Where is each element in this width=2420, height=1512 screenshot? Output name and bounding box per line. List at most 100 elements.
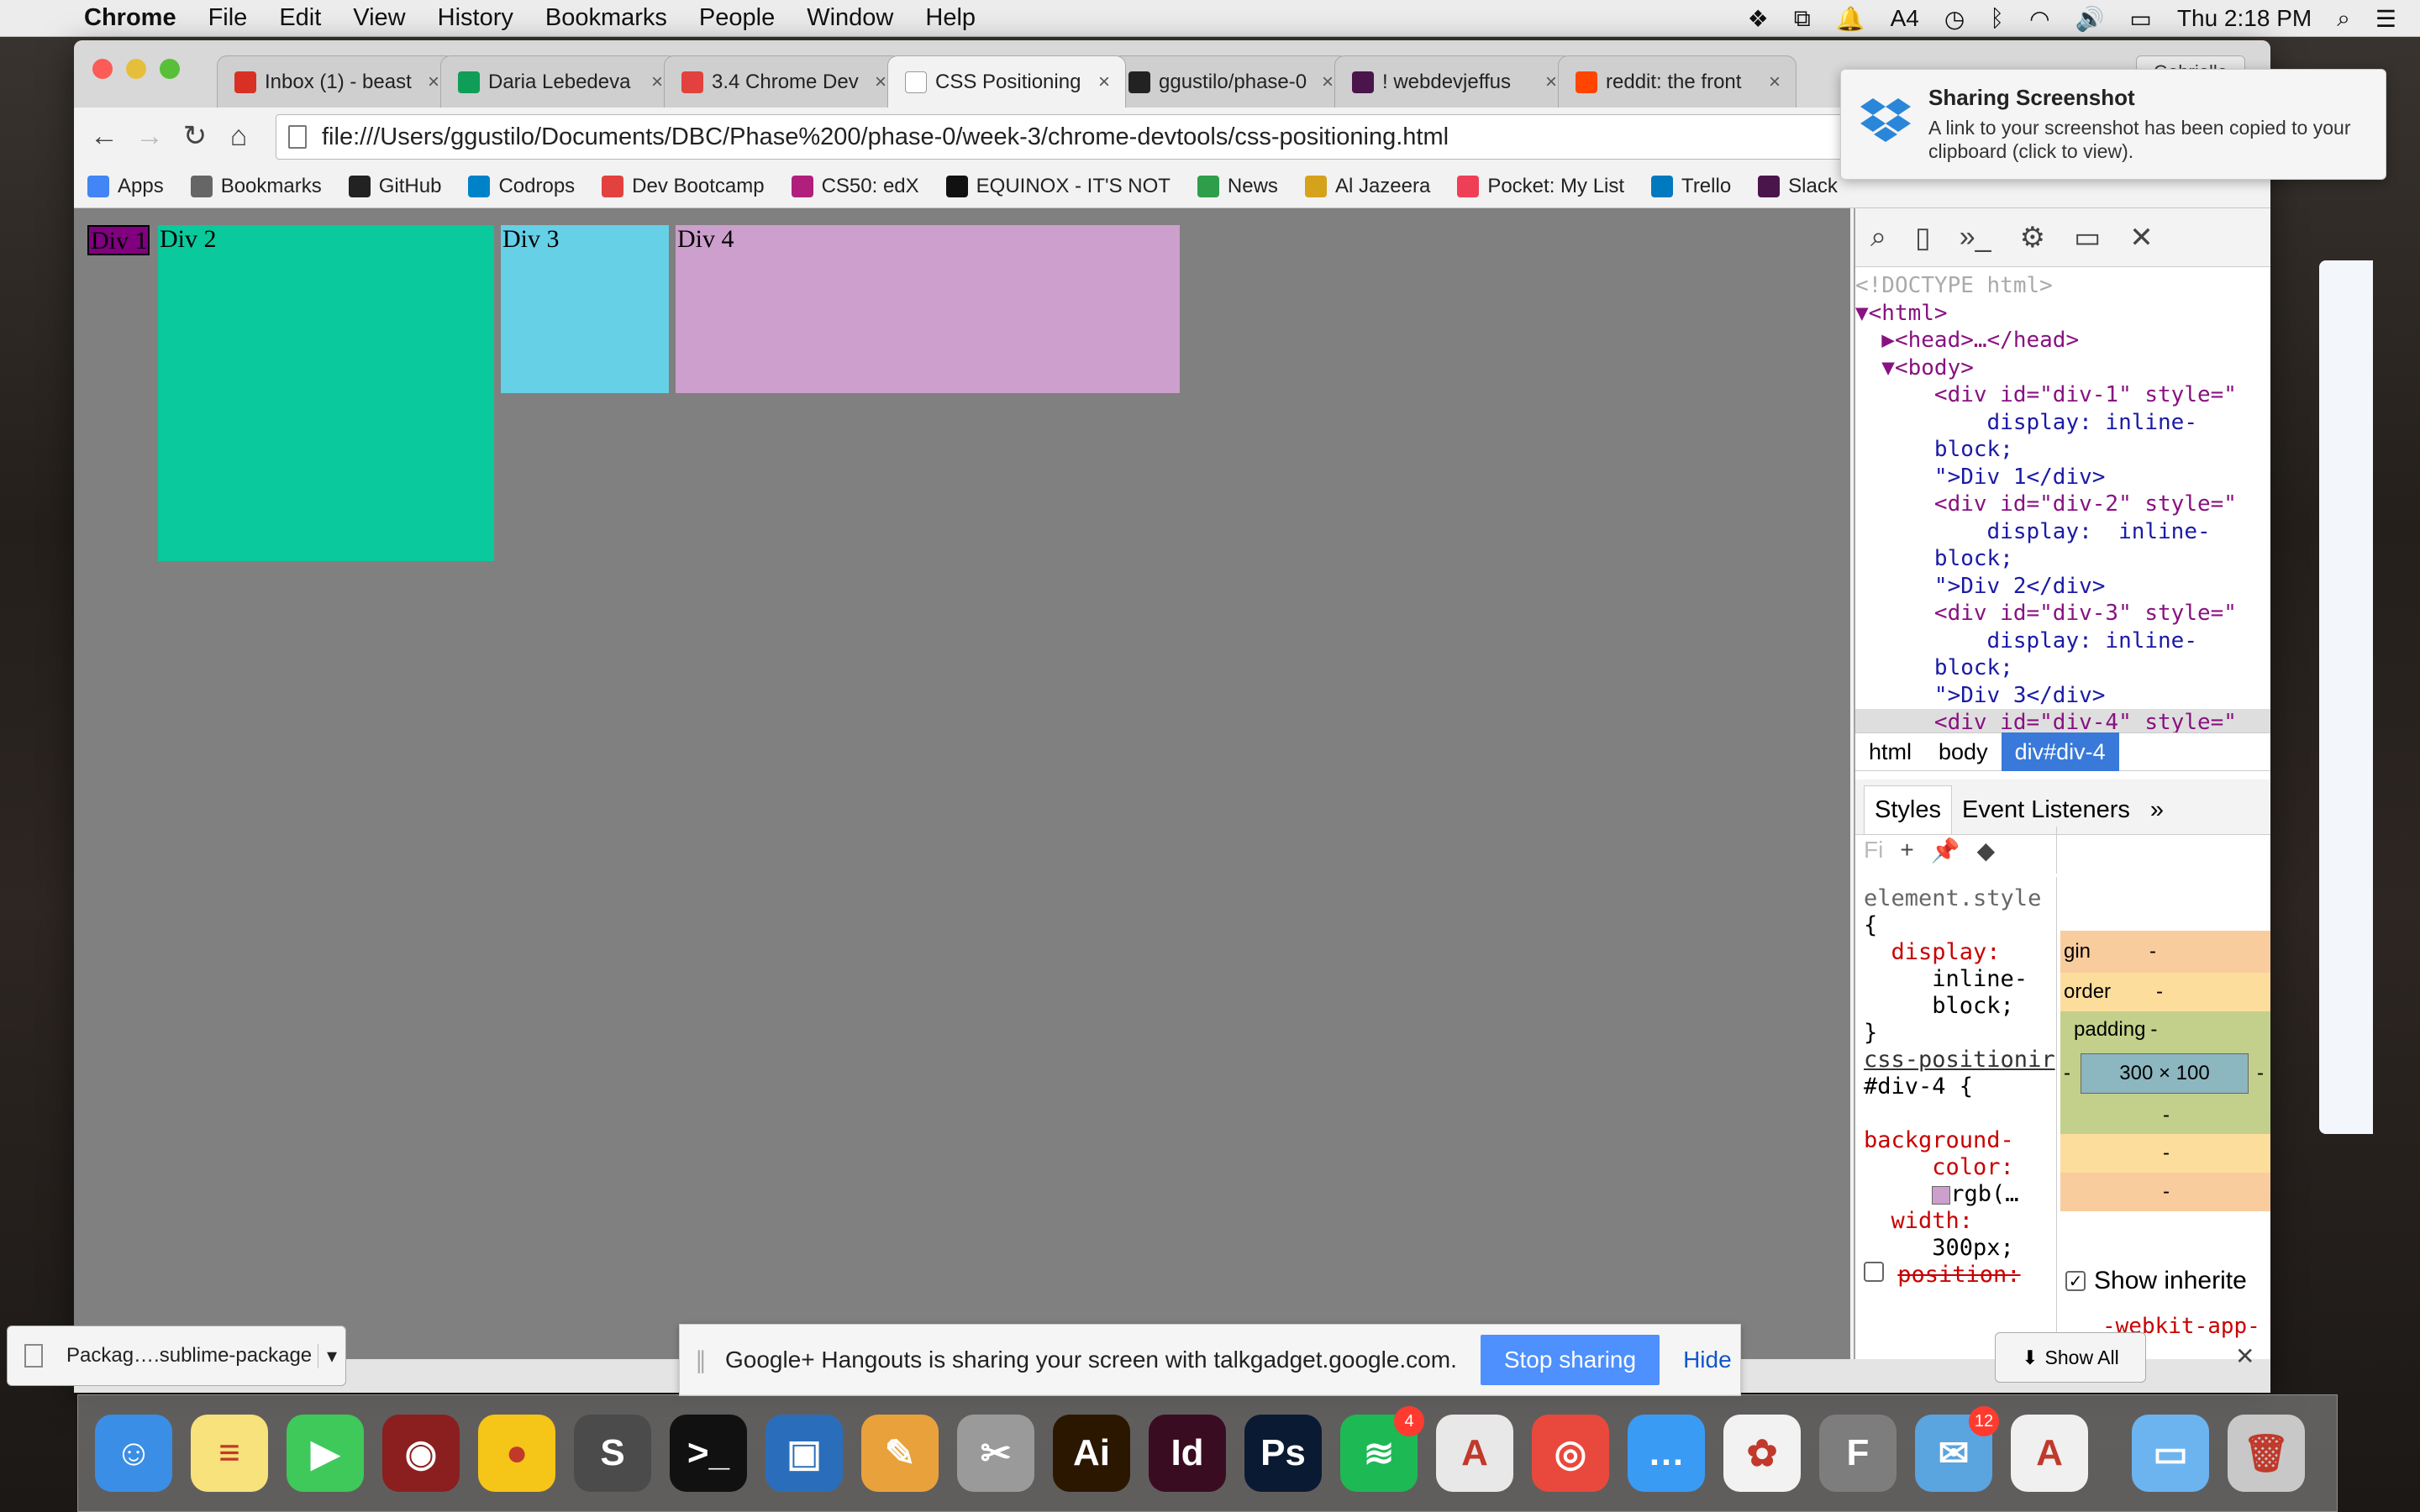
adobe-icon[interactable]: A4: [1891, 5, 1919, 32]
photoshop-icon[interactable]: Ps: [1244, 1415, 1322, 1492]
screen-share-icon[interactable]: ⧉: [1794, 5, 1811, 33]
crumb-body[interactable]: body: [1925, 732, 2002, 771]
menu-app-chrome[interactable]: Chrome: [84, 4, 176, 32]
address-bar[interactable]: file:///Users/ggustilo/Documents/DBC/Pha…: [276, 114, 1956, 160]
bookmark-equinox[interactable]: EQUINOX - IT'S NOT: [945, 175, 1171, 198]
mail-icon[interactable]: ✉ 12: [1915, 1406, 1999, 1492]
time-machine-icon[interactable]: ◷: [1944, 5, 1965, 33]
acrobat-icon[interactable]: A: [1436, 1415, 1513, 1492]
filter-input[interactable]: Fi: [1864, 837, 1883, 864]
bookmark-github[interactable]: GitHub: [348, 175, 441, 198]
menu-view[interactable]: View: [353, 4, 405, 32]
terminal-icon[interactable]: >_: [670, 1415, 747, 1492]
drag-handle-icon[interactable]: ∥: [695, 1347, 707, 1374]
bookmark-edx[interactable]: CS50: edX: [791, 175, 919, 198]
tab-slack[interactable]: ! webdevjeffus ×: [1334, 55, 1573, 108]
more-tabs-icon[interactable]: »: [2140, 796, 2174, 834]
close-tab-icon[interactable]: ×: [428, 71, 439, 94]
gear-icon[interactable]: ⚙: [2020, 221, 2045, 255]
download-menu-icon[interactable]: ▾: [317, 1343, 345, 1368]
style-val-width[interactable]: 300px;: [1932, 1235, 2014, 1261]
style-prop-bg-a[interactable]: background-: [1864, 1127, 2014, 1153]
fontbook-icon[interactable]: F: [1819, 1415, 1897, 1492]
style-prop-bg-b[interactable]: color:: [1932, 1154, 2014, 1180]
zoom-window-button[interactable]: [160, 59, 180, 79]
color-swatch[interactable]: [1932, 1185, 1951, 1205]
bookmark-pocket[interactable]: Pocket: My List: [1457, 175, 1624, 198]
bookmark-trello[interactable]: Trello: [1651, 175, 1731, 198]
add-rule-icon[interactable]: +: [1900, 837, 1913, 864]
tab-dbc[interactable]: 3.4 Chrome Dev ×: [664, 55, 902, 108]
dom-line[interactable]: block;: [1855, 545, 2270, 573]
indesign-icon[interactable]: Id: [1149, 1415, 1226, 1492]
style-val-display-b[interactable]: block;: [1932, 993, 2014, 1019]
dom-line[interactable]: ">Div 2</div>: [1855, 573, 2270, 601]
dom-line[interactable]: <div id="div-1" style=": [1855, 381, 2270, 409]
console-drawer-icon[interactable]: »_: [1960, 221, 1991, 254]
dom-line[interactable]: ">Div 3</div>: [1855, 682, 2270, 710]
download-item[interactable]: Packag….sublime-package ▾: [7, 1326, 346, 1386]
bookmark-dbc[interactable]: Dev Bootcamp: [602, 175, 765, 198]
dom-line[interactable]: ">Div 1</div>: [1855, 464, 2270, 491]
bookmark-codrops[interactable]: Codrops: [468, 175, 575, 198]
bookmark-aljazeera[interactable]: Al Jazeera: [1304, 175, 1430, 198]
close-window-button[interactable]: [92, 59, 113, 79]
style-prop-display[interactable]: display:: [1891, 939, 2001, 965]
close-tab-icon[interactable]: ×: [1769, 71, 1781, 94]
inspect-icon[interactable]: ⌕: [1870, 221, 1886, 254]
style-val-display-a[interactable]: inline-: [1932, 966, 2028, 992]
pin-icon[interactable]: 📌: [1931, 837, 1960, 864]
menu-edit[interactable]: Edit: [279, 4, 321, 32]
close-devtools-icon[interactable]: ✕: [2129, 221, 2154, 255]
trash-icon[interactable]: 🗑: [2228, 1415, 2305, 1492]
stop-sharing-button[interactable]: Stop sharing: [1480, 1335, 1660, 1385]
back-button[interactable]: ←: [86, 118, 123, 155]
menu-history[interactable]: History: [438, 4, 513, 32]
bookmark-news[interactable]: News: [1197, 175, 1278, 198]
crumb-html[interactable]: html: [1855, 732, 1925, 771]
toggle-element-state-icon[interactable]: ◆: [1977, 837, 1996, 864]
downloads-folder-icon[interactable]: ▭: [2132, 1415, 2209, 1492]
virtualbox-icon[interactable]: ▣: [765, 1415, 843, 1492]
dom-line[interactable]: display: inline-: [1855, 627, 2270, 655]
spotify-icon[interactable]: ≋ 4: [1340, 1406, 1424, 1492]
close-tab-icon[interactable]: ×: [1322, 71, 1334, 94]
menu-window[interactable]: Window: [807, 4, 893, 32]
photo-booth-icon[interactable]: ◉: [382, 1415, 460, 1492]
close-tab-icon[interactable]: ×: [1098, 71, 1110, 94]
show-inherited-toggle[interactable]: ✓ Show inherite: [2065, 1267, 2247, 1295]
menu-file[interactable]: File: [208, 4, 248, 32]
messages-icon[interactable]: …: [1628, 1415, 1705, 1492]
style-val-bg[interactable]: rgb(…: [1950, 1181, 2018, 1207]
cyberduck-icon[interactable]: ●: [478, 1415, 555, 1492]
dom-line[interactable]: display: inline-: [1855, 409, 2270, 437]
bluetooth-icon[interactable]: ᛒ: [1990, 5, 2004, 32]
dock-side-icon[interactable]: ▭: [2074, 221, 2101, 255]
clock[interactable]: Thu 2:18 PM: [2177, 5, 2312, 32]
crumb-div-4[interactable]: div#div-4: [2001, 732, 2119, 771]
pages-icon[interactable]: ✎: [861, 1415, 939, 1492]
stylesheet-link[interactable]: css-positionir: [1864, 1047, 2055, 1073]
reload-button[interactable]: ↻: [176, 118, 213, 155]
close-tab-icon[interactable]: ×: [875, 71, 886, 94]
dom-line[interactable]: block;: [1855, 436, 2270, 464]
bell-icon[interactable]: 🔔: [1836, 5, 1865, 33]
elements-tree[interactable]: <!DOCTYPE html> ▼<html> ▶<head>…</head> ▼…: [1855, 267, 2270, 732]
volume-icon[interactable]: 🔊: [2075, 5, 2105, 33]
bookmark-apps[interactable]: Apps: [87, 175, 164, 198]
photos-icon[interactable]: ✿: [1723, 1415, 1801, 1492]
chrome-icon[interactable]: ◎: [1532, 1415, 1609, 1492]
sublime-icon[interactable]: S: [574, 1415, 651, 1492]
dom-line[interactable]: <!DOCTYPE html>: [1855, 272, 2270, 300]
style-prop-position[interactable]: position:: [1897, 1262, 2020, 1288]
dom-line[interactable]: ▼<html>: [1855, 300, 2270, 328]
dom-line[interactable]: ▼<body>: [1855, 354, 2270, 382]
dom-line[interactable]: <div id="div-4" style=": [1855, 709, 2270, 732]
dom-line[interactable]: <div id="div-2" style=": [1855, 491, 2270, 518]
home-button[interactable]: ⌂: [220, 118, 257, 155]
tab-page[interactable]: CSS Positioning ×: [887, 55, 1126, 108]
acrobat-reader-icon[interactable]: A: [2011, 1415, 2088, 1492]
dropbox-icon[interactable]: ❖: [1748, 5, 1769, 33]
dom-line[interactable]: block;: [1855, 654, 2270, 682]
tab-gmail[interactable]: Inbox (1) - beast ×: [217, 55, 455, 108]
